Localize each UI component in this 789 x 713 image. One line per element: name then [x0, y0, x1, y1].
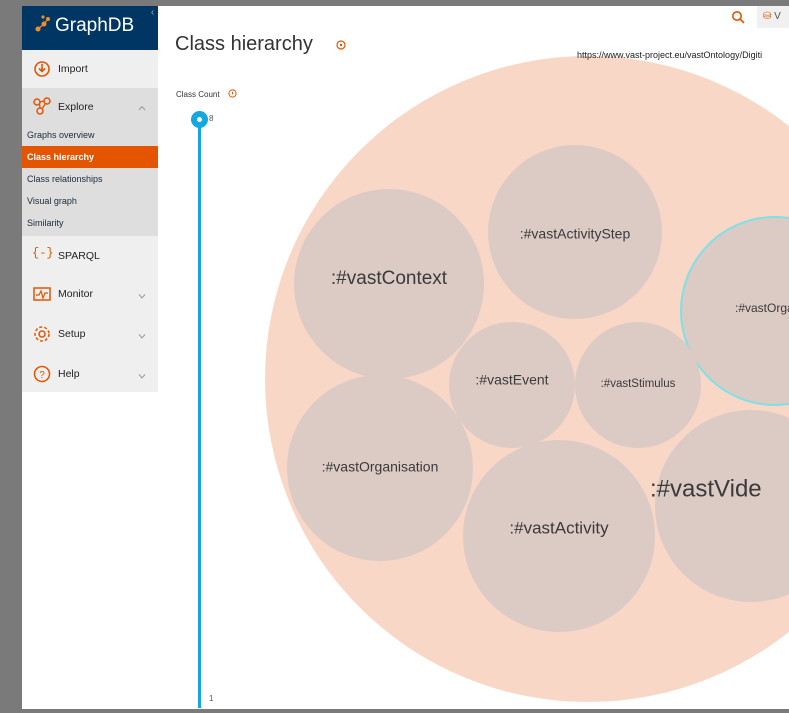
- sidebar-item-label: Explore: [58, 101, 94, 113]
- sidebar-subitem-graphs-overview[interactable]: Graphs overview: [22, 124, 158, 146]
- sidebar-item-help[interactable]: ? Help: [22, 358, 158, 390]
- sidebar-item-label: Help: [58, 368, 80, 380]
- sidebar-item-monitor[interactable]: Monitor: [22, 278, 158, 310]
- class-count-slider-handle[interactable]: [191, 111, 208, 128]
- sidebar-subitem-similarity[interactable]: Similarity: [22, 212, 158, 234]
- slider-max-value: 8: [209, 114, 214, 123]
- class-count-slider-track[interactable]: [198, 118, 201, 708]
- graph-uri-selector[interactable]: https://www.vast-project.eu/vastOntology…: [577, 50, 762, 60]
- info-icon[interactable]: [228, 89, 237, 98]
- monitor-icon: [33, 287, 51, 301]
- sidebar-item-import[interactable]: Import: [22, 54, 158, 84]
- sidebar-subitem-class-relationships[interactable]: Class relationships: [22, 168, 158, 190]
- bubble-label: :#vastEvent: [475, 372, 548, 388]
- svg-text:?: ?: [39, 370, 45, 381]
- explore-icon: [33, 97, 51, 115]
- repository-selector[interactable]: ⛁ V: [757, 6, 789, 28]
- sidebar-item-label: Monitor: [58, 288, 94, 300]
- chevron-down-icon: [138, 334, 146, 339]
- graphdb-logo-icon: [35, 15, 50, 32]
- bubble-label: :#vastActivityStep: [520, 226, 631, 242]
- repository-label: V: [774, 11, 781, 22]
- chevron-up-icon: [138, 105, 146, 111]
- app-window: :#vastContext :#vastActivityStep :#vastO…: [22, 6, 789, 709]
- sidebar-item-label: Import: [58, 63, 88, 75]
- sparql-icon: {-}: [32, 246, 54, 260]
- bubble-label: :#vastOrganis: [735, 301, 789, 315]
- collapse-sidebar-icon[interactable]: ‹: [147, 6, 158, 20]
- class-count-label: Class Count: [176, 90, 220, 99]
- bubble-label: :#vastActivity: [509, 518, 609, 537]
- sidebar-item-label: SPARQL: [58, 250, 100, 262]
- logo[interactable]: GraphDB ‹: [22, 6, 158, 50]
- sidebar-item-label: Setup: [58, 328, 86, 340]
- sidebar-item-explore[interactable]: Explore: [22, 92, 158, 122]
- sidebar-subitem-visual-graph[interactable]: Visual graph: [22, 190, 158, 212]
- chevron-down-icon: [138, 374, 146, 379]
- sidebar-item-setup[interactable]: Setup: [22, 318, 158, 350]
- database-icon: ⛁: [763, 11, 772, 22]
- search-icon[interactable]: [731, 10, 745, 24]
- help-icon: ?: [33, 365, 51, 383]
- sidebar-item-sparql[interactable]: {-} SPARQL: [22, 240, 158, 272]
- slider-min-value: 1: [209, 694, 214, 703]
- setup-icon: [34, 326, 50, 342]
- page-title: Class hierarchy: [175, 33, 313, 55]
- info-icon[interactable]: [336, 40, 346, 50]
- bubble-label: :#vastVide: [650, 475, 762, 502]
- app-name: GraphDB: [55, 15, 135, 36]
- chevron-down-icon: [138, 294, 146, 299]
- bubble-label: :#vastStimulus: [601, 378, 676, 390]
- sidebar-subitem-class-hierarchy[interactable]: Class hierarchy: [22, 146, 158, 168]
- import-icon: [34, 61, 50, 77]
- sidebar: GraphDB ‹ Import Explore Graphs overview…: [22, 6, 158, 392]
- bubble-label: :#vastOrganisation: [322, 459, 439, 475]
- bubble-label: :#vastContext: [331, 268, 448, 289]
